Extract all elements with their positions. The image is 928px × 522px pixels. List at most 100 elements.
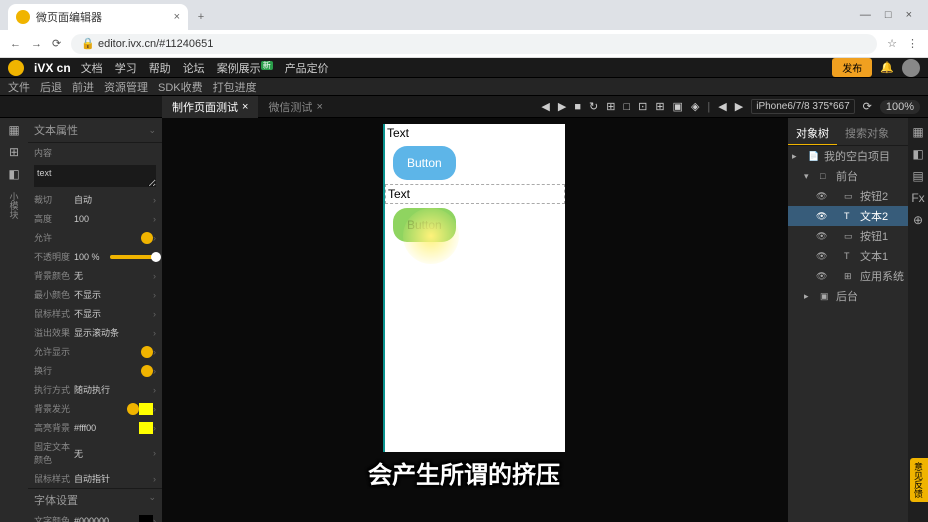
canvas-tool-9[interactable]: ◈ [691, 100, 699, 113]
prop-value[interactable]: #000000 [74, 516, 139, 522]
canvas-tool-7[interactable]: ⊞ [655, 100, 664, 113]
prop-value[interactable]: #fff00 [74, 423, 139, 433]
prop-value[interactable]: 显示滚动条 [74, 326, 153, 339]
toggle[interactable] [141, 365, 153, 377]
style-section[interactable]: 字体设置⌄ [28, 488, 162, 511]
address-bar[interactable]: 🔒 editor.ivx.cn/#11240651 [71, 34, 877, 54]
content-input[interactable] [34, 165, 156, 187]
menu-pricing[interactable]: 产品定价 [285, 60, 329, 76]
prop-value[interactable]: 不显示 [74, 307, 153, 320]
canvas-button-2[interactable]: Button [393, 208, 456, 242]
tree-item[interactable]: 👁T文本1 [788, 246, 908, 266]
visibility-icon[interactable]: 👁 [816, 251, 826, 262]
toggle[interactable] [141, 346, 153, 358]
rtool-2[interactable]: ▤ [910, 168, 926, 184]
publish-button[interactable]: 发布 [832, 58, 872, 77]
brand-text: iVX cn [34, 61, 71, 75]
slider[interactable] [110, 255, 156, 259]
canvas-button-1[interactable]: Button [393, 146, 456, 180]
canvas-text-1[interactable]: Text [385, 124, 565, 142]
sdk-button[interactable]: SDK收费 [158, 79, 203, 95]
prop-value[interactable]: 无 [74, 269, 153, 282]
tree-backend[interactable]: ▸▣后台 [788, 286, 908, 306]
visibility-icon[interactable]: 👁 [816, 231, 826, 242]
close-icon[interactable]: × [316, 101, 322, 113]
prop-label: 文字颜色 [34, 514, 74, 522]
tree-item[interactable]: 👁T文本2 [788, 206, 908, 226]
menu-help[interactable]: 帮助 [149, 60, 171, 76]
forward-icon[interactable]: → [31, 38, 42, 50]
new-tab-button[interactable]: + [188, 4, 214, 30]
canvas-tool-6[interactable]: ⊡ [638, 100, 647, 113]
avatar[interactable] [902, 59, 920, 77]
redo-button[interactable]: 前进 [72, 79, 94, 95]
bell-icon[interactable]: 🔔 [880, 61, 894, 74]
canvas-tool-0[interactable]: ◀ [541, 100, 549, 113]
canvas-tool-4[interactable]: ⊞ [606, 100, 615, 113]
rtool-0[interactable]: ▦ [910, 124, 926, 140]
file-bar: 文件 后退 前进 资源管理 SDK收费 打包进度 [0, 78, 928, 96]
layers-icon[interactable]: ⊞ [6, 144, 22, 160]
minimize-icon[interactable]: — [860, 9, 871, 21]
modules-icon[interactable]: ▦ [6, 122, 22, 138]
tree-item[interactable]: 👁▭按钮2 [788, 186, 908, 206]
color-swatch[interactable] [139, 403, 153, 415]
feedback-button[interactable]: 意见反馈 [910, 458, 928, 502]
tree-page[interactable]: ▸📄我的空白项目 [788, 146, 908, 166]
prop-row: 鼠标样式自动指针› [28, 469, 162, 488]
menu-learn[interactable]: 学习 [115, 60, 137, 76]
toggle[interactable] [127, 403, 139, 415]
resource-button[interactable]: 资源管理 [104, 79, 148, 95]
menu-forum[interactable]: 论坛 [183, 60, 205, 76]
rtool-4[interactable]: ⊕ [910, 212, 926, 228]
prop-value[interactable]: 自动指针 [74, 472, 153, 485]
tree-root[interactable]: ▾□前台 [788, 166, 908, 186]
tree-item[interactable]: 👁⊞应用系统 [788, 266, 908, 286]
phone-frame: Text Button Text Button [385, 124, 565, 452]
toggle[interactable] [141, 232, 153, 244]
doc-tab-1[interactable]: 制作页面测试 × [162, 96, 258, 118]
maximize-icon[interactable]: □ [885, 9, 892, 21]
menu-docs[interactable]: 文档 [81, 60, 103, 76]
type-icon: T [844, 211, 856, 221]
canvas-tool-2[interactable]: ■ [574, 101, 581, 113]
window-close-icon[interactable]: × [906, 9, 912, 21]
menu-cases[interactable]: 案例展示新 [217, 60, 273, 76]
prop-value[interactable]: 自动 [74, 193, 153, 206]
tree-label: 按钮2 [860, 188, 888, 204]
undo-button[interactable]: 后退 [40, 79, 62, 95]
file-menu[interactable]: 文件 [8, 79, 30, 95]
canvas-tool-3[interactable]: ↻ [589, 100, 598, 113]
prop-value[interactable]: 随动执行 [74, 383, 153, 396]
package-button[interactable]: 打包进度 [213, 79, 257, 95]
tree-tab-objects[interactable]: 对象树 [788, 122, 837, 145]
device-select[interactable]: iPhone6/7/8 375*667 [751, 99, 854, 114]
prop-value[interactable]: 100 [74, 214, 153, 224]
tab-close-icon[interactable]: × [174, 11, 180, 23]
visibility-icon[interactable]: 👁 [816, 271, 826, 282]
close-icon[interactable]: × [242, 101, 248, 113]
refresh-icon[interactable]: ⟳ [863, 100, 872, 113]
prop-value[interactable]: 不显示 [74, 288, 153, 301]
zoom-level[interactable]: 100% [880, 100, 920, 114]
canvas-text-2[interactable]: Text [385, 184, 565, 204]
doc-tab-2[interactable]: 微信测试 × [258, 96, 332, 118]
rtool-1[interactable]: ◧ [910, 146, 926, 162]
canvas-tool-5[interactable]: □ [623, 101, 630, 113]
star-icon[interactable]: ☆ [887, 37, 897, 50]
color-swatch[interactable] [139, 422, 153, 434]
tree-tab-search[interactable]: 搜索对象 [837, 122, 897, 145]
assets-icon[interactable]: ◧ [6, 166, 22, 182]
browser-menu-icon[interactable]: ⋮ [907, 37, 918, 50]
reload-icon[interactable]: ⟳ [52, 37, 61, 50]
color-swatch[interactable] [139, 515, 153, 522]
tree-item[interactable]: 👁▭按钮1 [788, 226, 908, 246]
prop-value[interactable]: 无 [74, 447, 153, 460]
visibility-icon[interactable]: 👁 [816, 211, 826, 222]
visibility-icon[interactable]: 👁 [816, 191, 826, 202]
rtool-3[interactable]: Fx [910, 190, 926, 206]
back-icon[interactable]: ← [10, 38, 21, 50]
browser-tab[interactable]: 微页面编辑器 × [8, 4, 188, 30]
canvas-tool-1[interactable]: ▶ [558, 100, 566, 113]
canvas-tool-8[interactable]: ▣ [673, 100, 683, 113]
